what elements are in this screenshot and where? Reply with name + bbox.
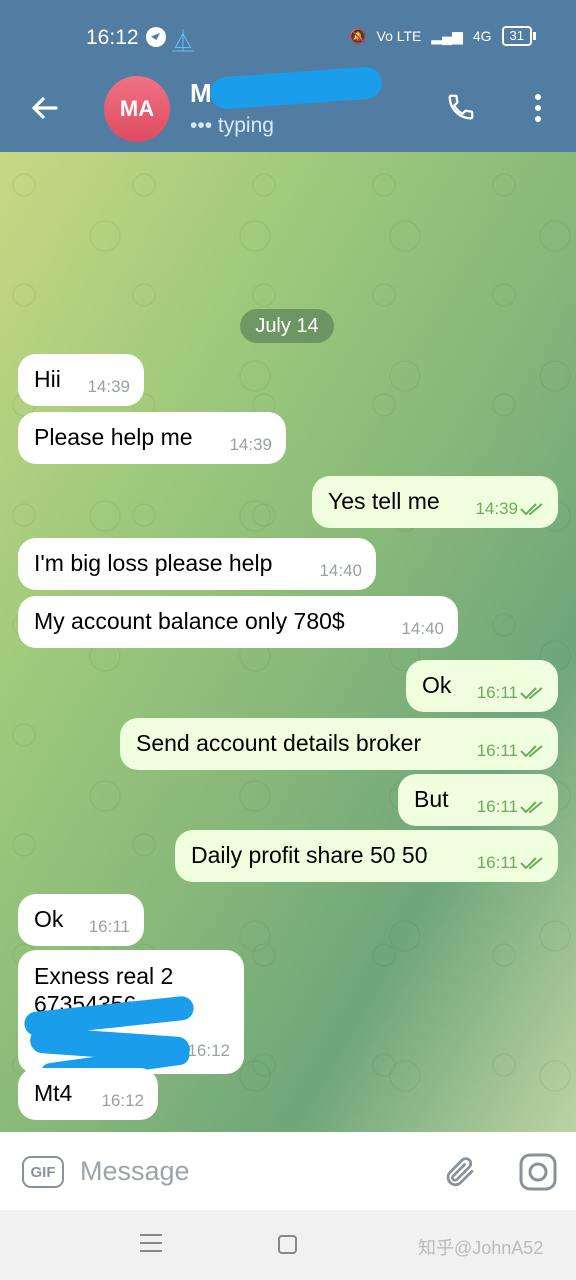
back-arrow-icon[interactable] — [28, 92, 60, 124]
contact-name[interactable]: M — [190, 78, 212, 109]
volte-label: Vo LTE — [376, 28, 422, 44]
message-time: 16:11 — [476, 741, 518, 760]
double-check-icon — [520, 801, 543, 814]
message-text: But — [414, 786, 449, 812]
message-time: 16:12 — [101, 1091, 144, 1110]
message-bubble-outgoing[interactable]: Send account details broker 16:11 — [120, 718, 558, 770]
more-options-icon[interactable] — [528, 92, 548, 124]
message-text: My account balance only 780$ — [34, 608, 345, 634]
double-check-icon — [520, 857, 543, 870]
avatar[interactable]: MA — [104, 76, 170, 142]
message-text: Mt4 — [34, 1080, 73, 1106]
signal-bars-icon: ▂▄▆ — [431, 27, 463, 44]
message-input[interactable] — [80, 1150, 420, 1192]
message-bubble-outgoing[interactable]: Yes tell me 14:39 — [312, 476, 558, 528]
message-time: 16:12 — [187, 1041, 230, 1060]
message-text: Ok — [34, 906, 64, 932]
message-bubble-incoming[interactable]: Mt4 16:12 — [18, 1068, 158, 1120]
status-time: 16:12 — [86, 26, 139, 49]
message-time: 16:11 — [88, 917, 130, 936]
paperclip-attach-icon[interactable] — [442, 1152, 478, 1192]
message-time: 14:39 — [229, 435, 272, 454]
message-bubble-outgoing[interactable]: But 16:11 — [398, 774, 558, 826]
message-text: Hii — [34, 366, 61, 392]
message-bubble-incoming[interactable]: Ok 16:11 — [18, 894, 144, 946]
gif-button[interactable]: GIF — [22, 1156, 64, 1188]
status-bar: 16:12 ⏅ 🔕 Vo LTE ▂▄▆ 4G 31 — [0, 0, 576, 78]
status-icons: 🔕 Vo LTE ▂▄▆ 4G 31 — [349, 26, 537, 46]
message-text: I'm big loss please help — [34, 550, 273, 576]
date-chip: July 14 — [240, 309, 334, 343]
message-time: 14:40 — [401, 619, 444, 638]
telegram-notification-icon — [146, 27, 166, 47]
message-bubble-incoming[interactable]: My account balance only 780$ 14:40 — [18, 596, 458, 648]
message-text: Daily profit share 50 50 — [191, 842, 428, 868]
message-time: 16:11 — [476, 853, 518, 872]
message-bubble-incoming[interactable]: Please help me 14:39 — [18, 412, 286, 464]
message-text: Send account details broker — [136, 730, 422, 756]
home-button-icon[interactable] — [278, 1235, 297, 1254]
typing-status: ••• typing — [190, 114, 274, 137]
message-bubble-outgoing[interactable]: Daily profit share 50 50 16:11 — [175, 830, 558, 882]
message-text: Yes tell me — [328, 488, 440, 514]
phone-call-icon[interactable] — [446, 92, 476, 122]
network-type: 4G — [472, 28, 492, 44]
camera-icon[interactable] — [518, 1152, 558, 1192]
message-text: Ok — [422, 672, 452, 698]
chat-area[interactable]: July 14 Hii 14:39 Please help me 14:39 Y… — [0, 152, 576, 1132]
recent-apps-icon[interactable] — [140, 1234, 162, 1256]
system-navigation-bar: 知乎@JohnA52 — [0, 1210, 576, 1280]
message-time: 14:39 — [87, 377, 130, 396]
battery-icon: 31 — [501, 26, 537, 46]
message-bubble-incoming[interactable]: Hii 14:39 — [18, 354, 144, 406]
message-time: 16:11 — [476, 683, 518, 702]
message-composer: GIF — [0, 1132, 576, 1210]
signal-notification-icon: ⏅ — [172, 29, 195, 54]
mute-icon: 🔕 — [349, 27, 367, 44]
message-bubble-incoming[interactable]: I'm big loss please help 14:40 — [18, 538, 376, 590]
message-time: 16:11 — [476, 797, 518, 816]
message-line-1: Exness real 2 — [34, 963, 174, 989]
chat-header: 16:12 ⏅ 🔕 Vo LTE ▂▄▆ 4G 31 MA M ••• typi… — [0, 0, 576, 152]
double-check-icon — [520, 687, 543, 700]
double-check-icon — [520, 503, 543, 516]
message-time: 14:40 — [319, 561, 362, 580]
watermark: 知乎@JohnA52 — [418, 1238, 544, 1258]
message-time: 14:39 — [475, 499, 518, 518]
double-check-icon — [520, 745, 543, 758]
message-bubble-outgoing[interactable]: Ok 16:11 — [406, 660, 558, 712]
message-text: Please help me — [34, 424, 193, 450]
